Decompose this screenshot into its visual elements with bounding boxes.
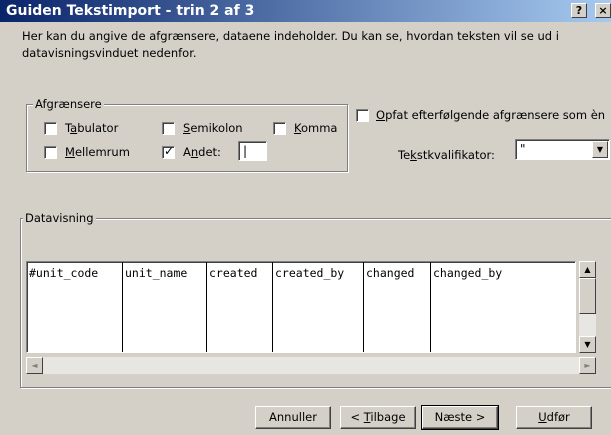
window-title: Guiden Tekstimport - trin 2 af 3 <box>6 3 255 19</box>
space-label[interactable]: Mellemrum <box>65 145 130 159</box>
preview-column: #unit_code <box>27 262 123 352</box>
semicolon-label[interactable]: Semikolon <box>183 121 243 135</box>
delimiters-group-label: Afgrænsere <box>33 97 104 111</box>
arrow-down-icon[interactable]: ▼ <box>579 336 596 353</box>
preview-column: unit_name <box>123 262 207 352</box>
check-icon: ✓ <box>164 144 175 158</box>
title-bar: Guiden Tekstimport - trin 2 af 3 ? × <box>0 0 611 22</box>
preview-grid[interactable]: #unit_code unit_name created created_by … <box>26 261 576 353</box>
qualifier-value: " <box>520 142 526 156</box>
cancel-button[interactable]: Annuller <box>255 406 331 429</box>
other-checkbox[interactable]: ✓ <box>162 144 175 159</box>
intro-text: Her kan du angive de afgrænsere, dataene… <box>22 29 559 60</box>
scroll-thumb[interactable] <box>579 278 596 314</box>
preview-column: created_by <box>273 262 364 352</box>
preview-column: changed <box>364 262 431 352</box>
other-delimiter-input[interactable]: | <box>238 141 267 161</box>
other-label[interactable]: Andet: <box>183 145 221 159</box>
comma-label[interactable]: Komma <box>294 121 337 135</box>
consecutive-label[interactable]: Opfat efterfølgende afgrænsere som èn <box>376 108 605 122</box>
arrow-up-icon[interactable]: ▲ <box>579 261 596 278</box>
back-button[interactable]: < Tilbage <box>340 406 416 429</box>
preview-column: created <box>207 262 273 352</box>
arrow-left-icon[interactable]: ◄ <box>26 357 43 374</box>
close-button[interactable]: × <box>595 3 611 18</box>
delimiters-group: Afgrænsere <box>26 97 348 172</box>
preview-group-label: Datavisning <box>23 211 96 225</box>
arrow-right-icon[interactable]: ► <box>579 357 596 374</box>
help-button[interactable]: ? <box>571 3 587 18</box>
qualifier-select[interactable]: " ▼ <box>515 139 610 160</box>
preview-column: changed_by <box>433 266 503 280</box>
chevron-down-icon[interactable]: ▼ <box>592 141 608 158</box>
vertical-scrollbar[interactable]: ▲ ▼ <box>579 261 596 353</box>
next-button[interactable]: Næste > <box>421 405 499 430</box>
horizontal-scrollbar[interactable]: ◄ ► <box>26 357 596 374</box>
comma-checkbox[interactable] <box>273 122 286 135</box>
consecutive-checkbox[interactable] <box>356 109 369 122</box>
other-delimiter-value: | <box>243 144 248 158</box>
tab-checkbox[interactable] <box>44 122 57 135</box>
qualifier-label: Tekstkvalifikator: <box>398 148 495 162</box>
tab-label[interactable]: Tabulator <box>65 121 118 135</box>
space-checkbox[interactable] <box>44 146 57 159</box>
semicolon-checkbox[interactable] <box>162 122 175 135</box>
finish-button[interactable]: Udfør <box>516 406 592 429</box>
